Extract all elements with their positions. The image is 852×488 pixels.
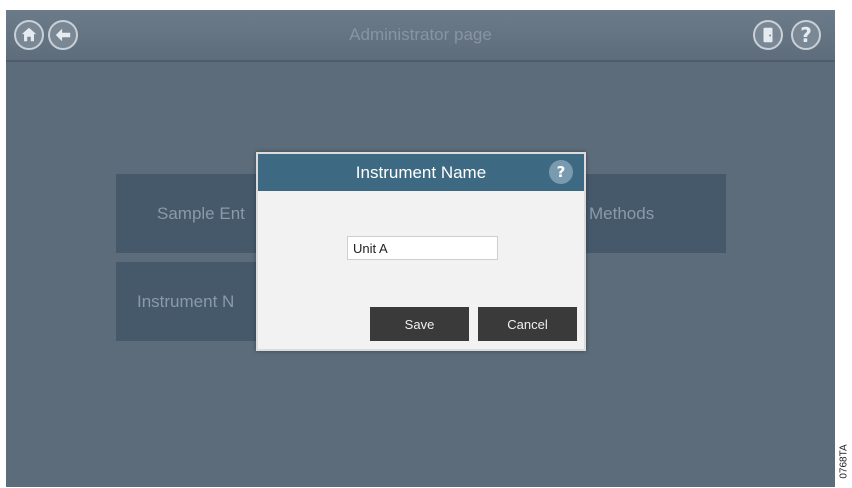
exit-button[interactable] xyxy=(753,20,783,50)
app-screen: Administrator page ? Sample Ent Methods … xyxy=(6,10,835,487)
figure-code-label: 0768TA xyxy=(838,443,850,479)
dialog-help-icon[interactable]: ? xyxy=(549,160,573,184)
instrument-name-input[interactable] xyxy=(347,236,498,260)
save-button[interactable]: Save xyxy=(370,307,469,341)
cancel-button[interactable]: Cancel xyxy=(478,307,577,341)
instrument-name-dialog: Instrument Name ? Save Cancel xyxy=(256,152,586,351)
door-exit-icon xyxy=(763,27,773,43)
dialog-header: Instrument Name ? xyxy=(258,154,584,191)
dialog-title: Instrument Name xyxy=(355,162,487,182)
instrument-name-label: Instrument N xyxy=(137,291,235,311)
figure-code: 0768TA xyxy=(836,438,852,484)
methods-label: Methods xyxy=(589,203,655,223)
page-title: Administrator page xyxy=(349,25,492,44)
top-bar: Administrator page ? xyxy=(6,10,835,62)
help-button[interactable]: ? xyxy=(791,20,821,50)
help-icon: ? xyxy=(800,23,812,47)
sample-entry-label: Sample Ent xyxy=(157,203,245,223)
